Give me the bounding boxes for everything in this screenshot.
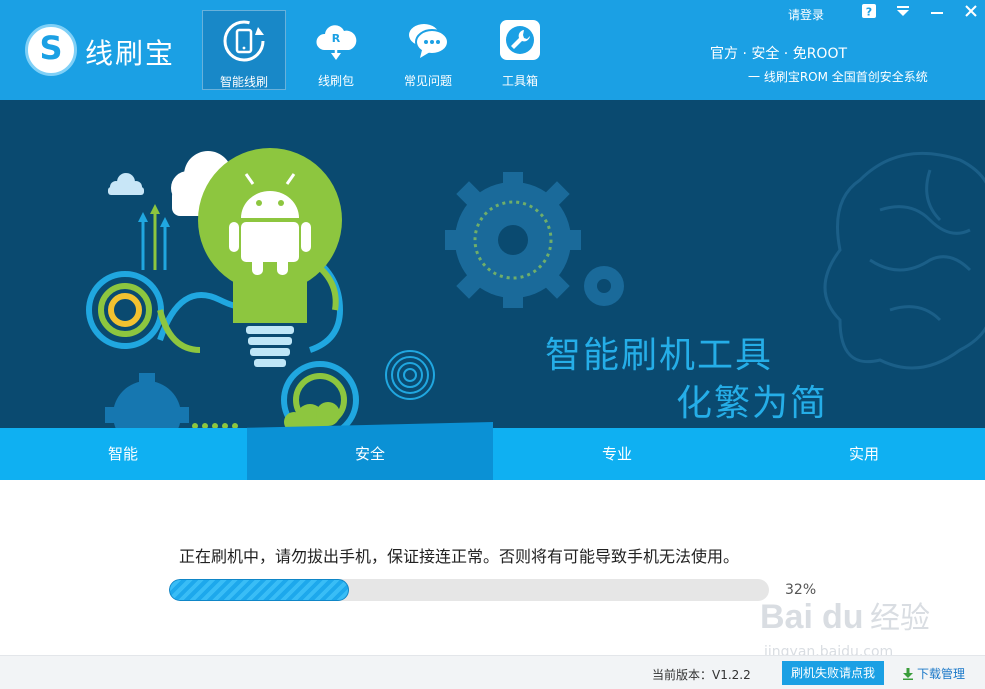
download-label: 下载管理 [917,667,966,681]
menu-button[interactable] [895,3,913,21]
nav-smart-flash[interactable]: 智能线刷 [202,10,286,90]
help-button[interactable]: ? [861,3,879,21]
gear-icon [445,172,581,308]
banner-illustration [86,148,985,428]
flash-status-message: 正在刷机中，请勿拔出手机，保证接连正常。否则将有可能导致手机无法使用。 [179,547,740,566]
svg-text:经验: 经验 [870,601,930,636]
app-logo: S 线刷宝 [25,24,185,76]
gear-bottom-icon [105,373,189,428]
phone-refresh-icon [223,20,265,62]
cloud-download-icon: R [316,25,357,60]
nav-label: 常见问题 [403,74,452,88]
nav-faq[interactable]: 常见问题 [386,10,470,90]
login-link[interactable]: 请登录 [788,6,824,23]
green-cloud-icon [284,402,340,428]
tab-practical[interactable]: 实用 [741,428,985,480]
minimize-icon [931,12,943,14]
banner-headline: 智能刷机工具 [545,335,774,376]
nav-toolbox[interactable]: 工具箱 [478,10,562,90]
small-gear-icon [584,266,624,306]
minimize-button[interactable] [929,3,947,21]
feature-tabs: 智能 安全 专业 实用 [0,422,985,480]
ring-decor [385,350,435,400]
version-label: 当前版本：V1.2.2 [652,668,751,682]
wrench-icon [500,20,540,60]
nav-label: 智能线刷 [219,75,268,89]
brain-icon [823,151,985,370]
download-manager-link[interactable]: 下载管理 [902,665,965,682]
nav-label: 工具箱 [501,74,538,88]
title-bar: S 线刷宝 智能线刷 R 线刷包 常见问题 工具箱 请登录 ? 官方 · 安全 … [0,0,985,100]
help-icon: ? [862,4,876,19]
baidu-watermark: Bai du 经验 jingyan.baidu.com [760,598,930,660]
tab-security[interactable]: 安全 [247,422,493,480]
small-cloud-icon [108,173,144,195]
slogan-primary: 官方 · 安全 · 免ROOT [710,46,848,62]
arrow-up-icon [138,204,170,270]
flash-failed-button[interactable]: 刷机失败请点我 [782,661,884,685]
flash-progress-bar [169,579,769,601]
promo-banner: 智能刷机工具 化繁为简 [0,100,985,428]
nav-flash-package[interactable]: R 线刷包 [294,10,378,90]
logo-letter: S [39,29,63,67]
menu-icon [897,6,909,16]
progress-fill [169,579,349,601]
svg-text:R: R [332,32,341,45]
svg-text:du: du [822,598,864,636]
app-title: 线刷宝 [85,37,176,70]
nav-label: 线刷包 [317,74,354,88]
banner-subheadline: 化繁为简 [676,383,829,424]
svg-text:?: ? [866,6,872,19]
slogan-secondary: 一 线刷宝ROM 全国首创安全系统 [748,70,928,84]
tab-professional[interactable]: 专业 [494,428,740,480]
close-icon [965,5,977,17]
svg-text:Bai: Bai [760,598,813,636]
status-bar: 当前版本：V1.2.2 刷机失败请点我 下载管理 [0,655,985,689]
chat-bubble-icon [409,24,449,58]
download-icon [903,668,913,680]
tab-smart[interactable]: 智能 [0,428,246,480]
close-button[interactable] [963,3,981,21]
